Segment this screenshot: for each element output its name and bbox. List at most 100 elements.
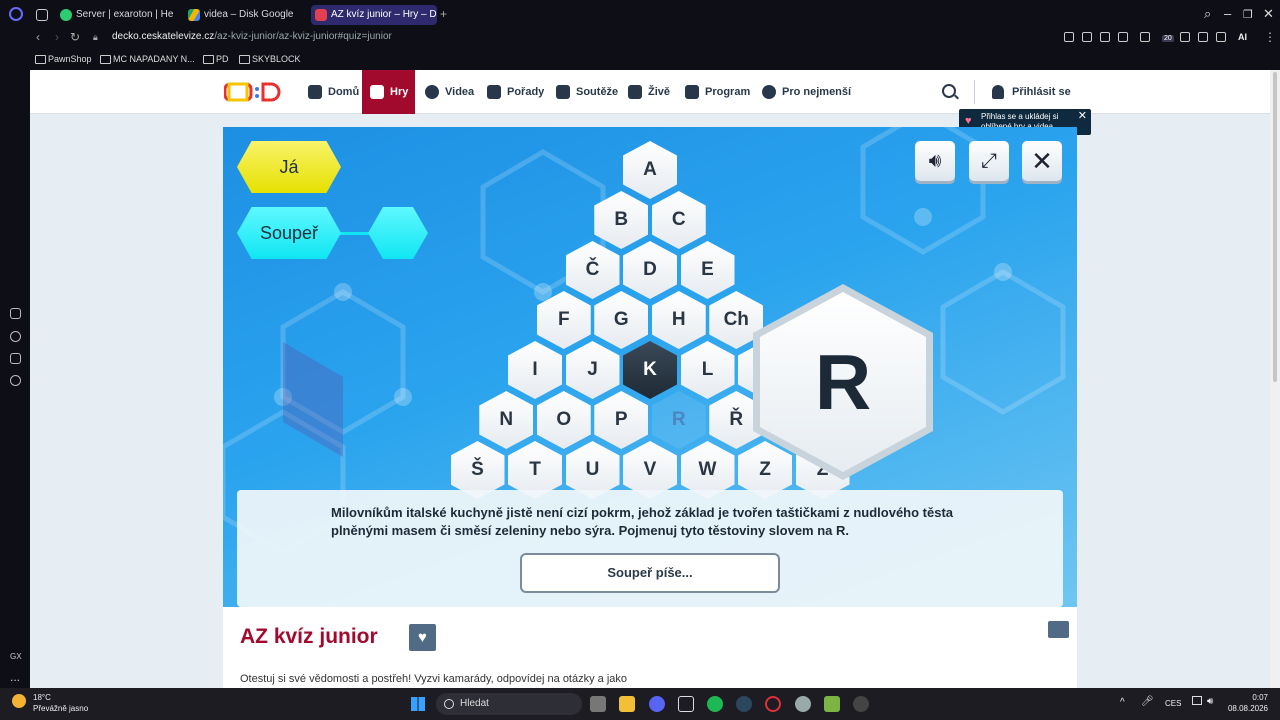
search-tabs-icon[interactable]: ⌕ bbox=[1204, 6, 1211, 22]
minimize-button[interactable]: – bbox=[1224, 6, 1231, 21]
comment-icon[interactable] bbox=[1048, 621, 1069, 638]
tv-icon bbox=[487, 85, 501, 99]
ct-decko-logo[interactable] bbox=[224, 82, 284, 102]
bookmark-icon[interactable] bbox=[1082, 32, 1092, 42]
start-button[interactable] bbox=[411, 697, 425, 711]
windows-taskbar: 18°C Převážně jasno Hledat ^ 🎤︎ CES 🔊︎ 0… bbox=[0, 688, 1280, 720]
nav-videos[interactable]: Videa bbox=[425, 70, 474, 114]
play-icon bbox=[425, 85, 439, 99]
browser-sidebar: GX ... bbox=[0, 70, 30, 688]
download-icon[interactable] bbox=[1198, 32, 1208, 42]
reload-button[interactable]: ↻ bbox=[70, 30, 80, 44]
clock[interactable]: 0:07 bbox=[1222, 693, 1268, 702]
close-window-button[interactable]: ✕ bbox=[1263, 6, 1274, 22]
bookmark-folder[interactable]: SKYBLOCK bbox=[239, 54, 301, 64]
volume-icon[interactable]: 🔊︎ bbox=[1207, 696, 1213, 707]
player-me-badge: Já bbox=[237, 141, 341, 193]
opera-gx-icon[interactable] bbox=[9, 7, 23, 21]
nav-home[interactable]: Domů bbox=[308, 70, 359, 114]
wallet-icon[interactable] bbox=[1216, 32, 1226, 42]
tab-google-drive[interactable]: videa – Disk Google bbox=[184, 5, 306, 25]
page-scrollbar[interactable] bbox=[1270, 70, 1280, 688]
date[interactable]: 08.08.2026 bbox=[1222, 704, 1268, 713]
sound-button[interactable]: 🔊︎ bbox=[915, 141, 955, 181]
steam-icon[interactable] bbox=[736, 696, 752, 712]
microphone-icon[interactable]: 🎤︎ bbox=[1141, 696, 1154, 707]
chevron-up-icon[interactable]: ^ bbox=[1120, 697, 1125, 708]
restore-button[interactable]: ❐ bbox=[1243, 8, 1253, 21]
game-canvas[interactable]: Já Soupeř 🔊︎ ⤢ ✕ ABCČDEFGHChIJKLMNOPRŘSŠ… bbox=[223, 127, 1077, 607]
weather-icon[interactable] bbox=[12, 694, 26, 708]
settings-app-icon[interactable] bbox=[795, 696, 811, 712]
close-tooltip-icon[interactable]: ✕ bbox=[1078, 111, 1087, 122]
web-page: Domů Hry Videa Pořady Soutěže Živě Progr… bbox=[30, 70, 1270, 688]
language-indicator[interactable]: CES bbox=[1165, 699, 1181, 708]
player-opponent-badge: Soupeř bbox=[237, 207, 341, 259]
tab-exaroton[interactable]: Server | exaroton | Herní se bbox=[56, 5, 174, 25]
gx-label[interactable]: GX bbox=[10, 652, 22, 661]
ai-button[interactable]: AI bbox=[1238, 32, 1247, 42]
menu-icon[interactable]: ⋮ bbox=[1264, 30, 1276, 44]
capcut-icon[interactable] bbox=[678, 696, 694, 712]
address-bar: ‹ › ↻ 🔒︎ decko.ceskatelevize.cz/az-kviz-… bbox=[0, 28, 1280, 48]
question-text: Milovníkům italské kuchyně jistě není ci… bbox=[331, 505, 954, 538]
forward-button[interactable]: › bbox=[55, 30, 59, 44]
new-tab-button[interactable]: + bbox=[440, 8, 447, 20]
history-icon[interactable] bbox=[10, 331, 21, 342]
favorite-button[interactable]: ♥ bbox=[409, 624, 436, 651]
game-title: AZ kvíz junior bbox=[240, 625, 378, 648]
minecraft-icon[interactable] bbox=[824, 696, 840, 712]
home-icon bbox=[308, 85, 322, 99]
search-icon[interactable] bbox=[942, 84, 956, 98]
trophy-icon bbox=[556, 85, 570, 99]
task-view-icon[interactable] bbox=[590, 696, 606, 712]
sound-icon: 🔊︎ bbox=[928, 149, 942, 172]
bookmark-folder[interactable]: PD bbox=[203, 54, 229, 64]
nav-little-ones[interactable]: Pro nejmenší bbox=[762, 70, 851, 114]
close-game-button[interactable]: ✕ bbox=[1022, 141, 1062, 181]
divider bbox=[974, 80, 975, 104]
notification-badge[interactable]: 20 bbox=[1162, 35, 1174, 42]
obs-icon[interactable] bbox=[853, 696, 869, 712]
bookmark-folder[interactable]: MC NAPADANY N... bbox=[100, 54, 195, 64]
scrollbar-thumb[interactable] bbox=[1273, 72, 1277, 382]
bear-icon bbox=[762, 85, 776, 99]
bookmarks-bar: PawnShop MC NAPADANY N... PD SKYBLOCK bbox=[0, 48, 1280, 70]
back-button[interactable]: ‹ bbox=[36, 30, 40, 44]
browser-tab-bar: Server | exaroton | Herní se videa – Dis… bbox=[0, 0, 1280, 28]
spotify-icon[interactable] bbox=[707, 696, 723, 712]
nav-live[interactable]: Živě bbox=[628, 70, 670, 114]
heart-icon: ♥ bbox=[965, 115, 972, 127]
shield-icon[interactable] bbox=[1100, 32, 1110, 42]
nav-shows[interactable]: Pořady bbox=[487, 70, 544, 114]
taskbar-search[interactable]: Hledat bbox=[436, 693, 582, 715]
pin-icon[interactable] bbox=[10, 308, 21, 319]
gamepad-icon bbox=[370, 85, 384, 99]
google-drive-icon bbox=[188, 9, 200, 21]
extension-icon[interactable] bbox=[1064, 32, 1074, 42]
url-field[interactable]: decko.ceskatelevize.cz/az-kviz-junior/az… bbox=[112, 31, 392, 42]
extensions-icon[interactable] bbox=[10, 353, 21, 364]
answer-input[interactable]: Soupeř píše... bbox=[520, 553, 780, 593]
site-header: Domů Hry Videa Pořady Soutěže Živě Progr… bbox=[30, 70, 1270, 114]
opera-gx-taskbar-icon[interactable] bbox=[765, 696, 781, 712]
puzzle-icon[interactable] bbox=[1180, 32, 1190, 42]
nav-contests[interactable]: Soutěže bbox=[556, 70, 618, 114]
discord-icon[interactable] bbox=[649, 696, 665, 712]
nav-program[interactable]: Program bbox=[685, 70, 750, 114]
snapshot-icon[interactable] bbox=[1140, 32, 1150, 42]
send-icon[interactable] bbox=[1118, 32, 1128, 42]
file-explorer-icon[interactable] bbox=[619, 696, 635, 712]
nav-games[interactable]: Hry bbox=[362, 70, 416, 114]
bookmark-folder[interactable]: PawnShop bbox=[35, 54, 92, 64]
question-panel: Milovníkům italské kuchyně jistě není ci… bbox=[237, 490, 1063, 607]
monitor-icon[interactable] bbox=[1192, 696, 1202, 705]
more-icon[interactable]: ... bbox=[10, 670, 20, 684]
fullscreen-button[interactable]: ⤢ bbox=[969, 141, 1009, 181]
game-info: AZ kvíz junior ♥ Otestuj si své vědomost… bbox=[223, 607, 1077, 688]
user-icon bbox=[992, 85, 1004, 99]
tab-az-kviz[interactable]: AZ kvíz junior – Hry – D bbox=[311, 5, 437, 25]
tab-list-icon[interactable] bbox=[34, 5, 50, 25]
login-button[interactable]: Přihlásit se bbox=[992, 70, 1071, 114]
settings-icon[interactable] bbox=[10, 375, 21, 386]
